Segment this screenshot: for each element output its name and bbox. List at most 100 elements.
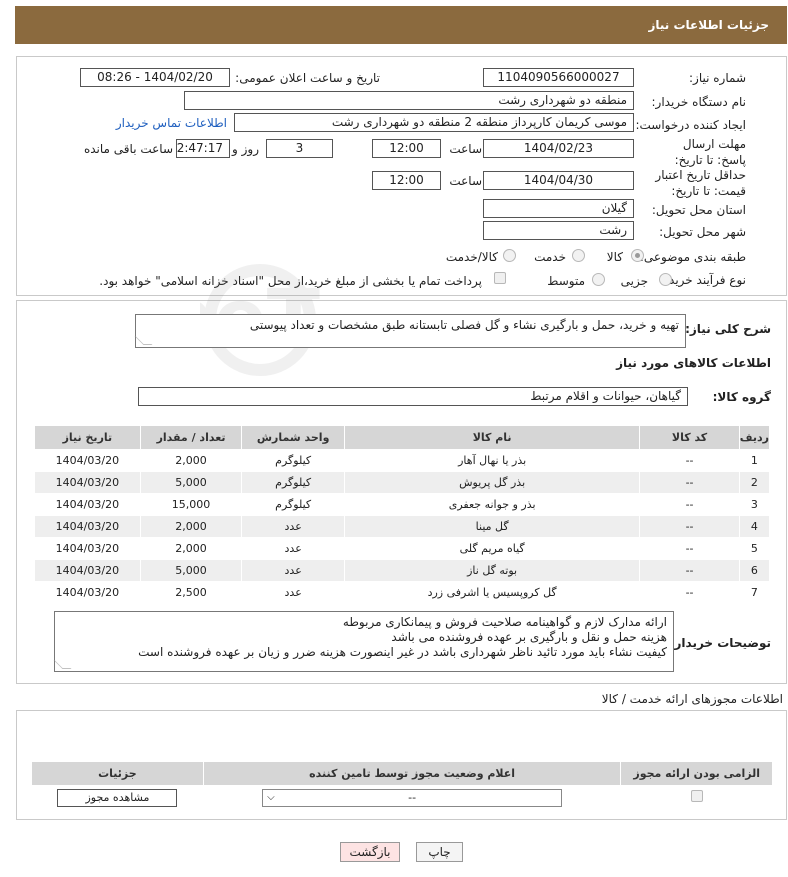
- permit-required-checkbox[interactable]: [690, 790, 703, 802]
- col-row: ردیف: [738, 425, 771, 450]
- province-field[interactable]: گیلان: [483, 199, 634, 218]
- item-qty: 2,000: [139, 515, 243, 538]
- print-button[interactable]: چاپ: [416, 842, 463, 862]
- row-index: 3: [738, 493, 771, 516]
- item-date: 1404/03/20: [34, 449, 141, 472]
- reply-date-field[interactable]: 1404/02/23: [483, 139, 634, 158]
- price-time-field[interactable]: 12:00: [372, 171, 441, 190]
- item-name: گیاه مریم گلی: [343, 537, 641, 560]
- remaining-time-field[interactable]: 02:47:17: [176, 139, 230, 158]
- item-code: --: [639, 493, 740, 516]
- page-title: جزئیات اطلاعات نیاز: [648, 18, 769, 32]
- row-index: 6: [738, 559, 771, 582]
- col-code: کد کالا: [639, 425, 740, 450]
- category-label: طبقه بندی موضوعی:: [639, 250, 746, 264]
- price-time-label: ساعت: [449, 174, 482, 188]
- announce-label: تاریخ و ساعت اعلان عمومی:: [235, 71, 380, 85]
- buyer-notes-label: توضیحات خریدار:: [669, 636, 771, 650]
- goods-table: ردیف کد کالا نام کالا واحد شمارش تعداد /…: [34, 425, 771, 604]
- summary-textarea[interactable]: تهیه و خرید، حمل و بارگیری نشاء و گل فصل…: [134, 314, 686, 348]
- item-qty: 2,000: [139, 449, 243, 472]
- summary-label: شرح کلی نیاز:: [685, 322, 771, 336]
- purchase-type-label: نوع فرآیند خرید :: [661, 273, 746, 287]
- goods-row: 6 -- بوته گل ناز عدد 5,000 1404/03/20: [34, 559, 771, 582]
- reply-deadline-label: مهلت ارسال پاسخ: تا تاریخ:: [674, 137, 746, 167]
- item-date: 1404/03/20: [34, 581, 141, 604]
- item-name: بوته گل ناز: [343, 559, 641, 582]
- item-name: گل مینا: [343, 515, 641, 538]
- treasury-note: پرداخت تمام یا بخشی از مبلغ خرید،از محل …: [99, 274, 482, 288]
- city-field[interactable]: رشت: [483, 221, 634, 240]
- back-button[interactable]: بازگشت: [340, 842, 400, 862]
- page-header: جزئیات اطلاعات نیاز: [15, 6, 787, 44]
- buyer-contact-link[interactable]: اطلاعات تماس خریدار: [116, 116, 227, 130]
- item-unit: عدد: [241, 515, 345, 538]
- category-radio-both[interactable]: [503, 249, 516, 262]
- resize-handle-icon[interactable]: [134, 336, 153, 345]
- creator-label: ایجاد کننده درخواست:: [635, 118, 746, 132]
- row-index: 4: [738, 515, 771, 538]
- item-date: 1404/03/20: [34, 493, 141, 516]
- item-name: بذر و جوانه جعفری: [343, 493, 641, 516]
- purchase-option-medium: متوسط: [547, 274, 585, 288]
- price-validity-label: حداقل تاریخ اعتبار قیمت: تا تاریخ:: [655, 168, 746, 198]
- resize-handle-icon[interactable]: [53, 660, 72, 669]
- buyer-notes-textarea[interactable]: ارائه مدارک لازم و گواهینامه صلاحیت فروش…: [53, 611, 674, 672]
- purchase-radio-minor[interactable]: [659, 273, 672, 286]
- item-qty: 2,500: [139, 581, 243, 604]
- item-code: --: [639, 581, 740, 604]
- goods-row: 4 -- گل مینا عدد 2,000 1404/03/20: [34, 515, 771, 538]
- reply-time-label: ساعت: [449, 142, 482, 156]
- treasury-checkbox[interactable]: [494, 272, 506, 284]
- purchase-radio-medium[interactable]: [592, 273, 605, 286]
- col-unit: واحد شمارش: [241, 425, 345, 450]
- item-name: بذر گل پریوش: [343, 471, 641, 494]
- need-number-field[interactable]: 1104090566000027: [483, 68, 634, 87]
- row-index: 7: [738, 581, 771, 604]
- permit-status-select[interactable]: -- ⌵: [262, 788, 563, 807]
- goods-table-header: ردیف کد کالا نام کالا واحد شمارش تعداد /…: [34, 425, 771, 450]
- item-unit: عدد: [241, 559, 345, 582]
- view-permit-button[interactable]: مشاهده مجوز: [57, 788, 178, 807]
- item-qty: 15,000: [139, 493, 243, 516]
- item-unit: کیلوگرم: [241, 471, 345, 494]
- item-qty: 2,000: [139, 537, 243, 560]
- item-date: 1404/03/20: [34, 559, 141, 582]
- permit-status-value: --: [408, 790, 417, 804]
- goods-row: 7 -- گل کروپسیس یا اشرفی زرد عدد 2,500 1404/0…: [34, 581, 771, 604]
- announce-field[interactable]: 1404/02/20 - 08:26: [80, 68, 230, 87]
- item-code: --: [639, 471, 740, 494]
- creator-field[interactable]: موسی کریمان کارپرداز منطقه 2 منطقه دو شه…: [234, 113, 634, 132]
- days-label: روز و: [232, 142, 259, 156]
- col-date: تاریخ نیاز: [34, 425, 141, 450]
- need-number-label: شماره نیاز:: [689, 71, 746, 85]
- permits-title: اطلاعات مجوزهای ارائه خدمت / کالا: [601, 692, 783, 706]
- reply-time-field[interactable]: 12:00: [372, 139, 441, 158]
- summary-text: تهیه و خرید، حمل و بارگیری نشاء و گل فصل…: [249, 318, 679, 332]
- buyer-org-field[interactable]: منطقه دو شهرداری رشت: [184, 91, 634, 110]
- goods-group-field[interactable]: گیاهان، حیوانات و اقلام مرتبط: [138, 387, 688, 406]
- chevron-down-icon: ⌵: [267, 791, 275, 803]
- row-index: 5: [738, 537, 771, 560]
- goods-row: 5 -- گیاه مریم گلی عدد 2,000 1404/03/20: [34, 537, 771, 560]
- buyer-note-line: هزینه حمل و نقل و بارگیری بر عهده فروشند…: [391, 630, 667, 644]
- category-radio-goods[interactable]: [631, 249, 644, 262]
- category-radio-service[interactable]: [572, 249, 585, 262]
- category-option-goods: کالا: [606, 250, 623, 264]
- col-name: نام کالا: [343, 425, 641, 450]
- col-qty: تعداد / مقدار: [139, 425, 243, 450]
- item-unit: عدد: [241, 581, 345, 604]
- permit-row: -- ⌵ مشاهده مجوز: [31, 785, 773, 810]
- goods-group-label: گروه کالا:: [712, 390, 771, 404]
- city-label: شهر محل تحویل:: [659, 225, 746, 239]
- province-label: استان محل تحویل:: [651, 203, 746, 217]
- buyer-org-label: نام دستگاه خریدار:: [651, 95, 747, 109]
- days-field[interactable]: 3: [266, 139, 333, 158]
- item-name: بذر یا نهال آهار: [343, 449, 641, 472]
- col-permit-details: جزئیات: [31, 761, 204, 786]
- item-unit: کیلوگرم: [241, 493, 345, 516]
- category-option-service: خدمت: [534, 250, 566, 264]
- permits-table: الزامی بودن ارائه مجوز اعلام وضعیت مجوز …: [31, 761, 773, 810]
- item-unit: عدد: [241, 537, 345, 560]
- price-date-field[interactable]: 1404/04/30: [483, 171, 634, 190]
